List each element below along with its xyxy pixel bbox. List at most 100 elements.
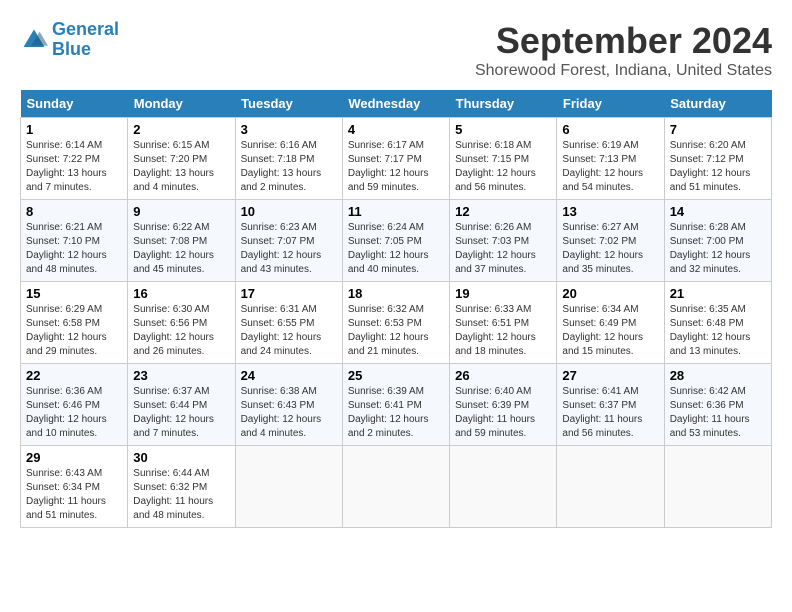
- day-cell: 22 Sunrise: 6:36 AM Sunset: 6:46 PM Dayl…: [21, 364, 128, 446]
- day-number: 6: [562, 122, 658, 137]
- day-info: Sunrise: 6:37 AM Sunset: 6:44 PM Dayligh…: [133, 385, 229, 441]
- day-cell: [450, 446, 557, 528]
- day-cell: 9 Sunrise: 6:22 AM Sunset: 7:08 PM Dayli…: [128, 200, 235, 282]
- day-cell: [342, 446, 449, 528]
- day-number: 27: [562, 368, 658, 383]
- week-row-4: 22 Sunrise: 6:36 AM Sunset: 6:46 PM Dayl…: [21, 364, 772, 446]
- day-number: 12: [455, 204, 551, 219]
- day-info: Sunrise: 6:36 AM Sunset: 6:46 PM Dayligh…: [26, 385, 122, 441]
- day-number: 26: [455, 368, 551, 383]
- day-cell: 1 Sunrise: 6:14 AM Sunset: 7:22 PM Dayli…: [21, 118, 128, 200]
- day-info: Sunrise: 6:29 AM Sunset: 6:58 PM Dayligh…: [26, 303, 122, 359]
- day-info: Sunrise: 6:26 AM Sunset: 7:03 PM Dayligh…: [455, 221, 551, 277]
- day-info: Sunrise: 6:43 AM Sunset: 6:34 PM Dayligh…: [26, 467, 122, 523]
- logo-text: General Blue: [52, 20, 119, 60]
- day-cell: 16 Sunrise: 6:30 AM Sunset: 6:56 PM Dayl…: [128, 282, 235, 364]
- header-sunday: Sunday: [21, 90, 128, 118]
- day-info: Sunrise: 6:18 AM Sunset: 7:15 PM Dayligh…: [455, 139, 551, 195]
- week-row-2: 8 Sunrise: 6:21 AM Sunset: 7:10 PM Dayli…: [21, 200, 772, 282]
- day-info: Sunrise: 6:15 AM Sunset: 7:20 PM Dayligh…: [133, 139, 229, 195]
- logo: General Blue: [20, 20, 119, 60]
- day-number: 7: [670, 122, 766, 137]
- header-wednesday: Wednesday: [342, 90, 449, 118]
- logo-line1: General: [52, 19, 119, 39]
- day-number: 3: [241, 122, 337, 137]
- day-cell: 13 Sunrise: 6:27 AM Sunset: 7:02 PM Dayl…: [557, 200, 664, 282]
- header-monday: Monday: [128, 90, 235, 118]
- day-cell: 28 Sunrise: 6:42 AM Sunset: 6:36 PM Dayl…: [664, 364, 771, 446]
- day-cell: [235, 446, 342, 528]
- day-info: Sunrise: 6:30 AM Sunset: 6:56 PM Dayligh…: [133, 303, 229, 359]
- day-cell: 25 Sunrise: 6:39 AM Sunset: 6:41 PM Dayl…: [342, 364, 449, 446]
- day-number: 10: [241, 204, 337, 219]
- day-number: 13: [562, 204, 658, 219]
- day-info: Sunrise: 6:19 AM Sunset: 7:13 PM Dayligh…: [562, 139, 658, 195]
- day-info: Sunrise: 6:33 AM Sunset: 6:51 PM Dayligh…: [455, 303, 551, 359]
- header-saturday: Saturday: [664, 90, 771, 118]
- day-number: 2: [133, 122, 229, 137]
- day-info: Sunrise: 6:17 AM Sunset: 7:17 PM Dayligh…: [348, 139, 444, 195]
- day-number: 23: [133, 368, 229, 383]
- day-cell: 3 Sunrise: 6:16 AM Sunset: 7:18 PM Dayli…: [235, 118, 342, 200]
- day-cell: 27 Sunrise: 6:41 AM Sunset: 6:37 PM Dayl…: [557, 364, 664, 446]
- day-cell: 20 Sunrise: 6:34 AM Sunset: 6:49 PM Dayl…: [557, 282, 664, 364]
- day-info: Sunrise: 6:39 AM Sunset: 6:41 PM Dayligh…: [348, 385, 444, 441]
- week-row-1: 1 Sunrise: 6:14 AM Sunset: 7:22 PM Dayli…: [21, 118, 772, 200]
- day-number: 29: [26, 450, 122, 465]
- day-info: Sunrise: 6:44 AM Sunset: 6:32 PM Dayligh…: [133, 467, 229, 523]
- day-cell: [557, 446, 664, 528]
- day-number: 5: [455, 122, 551, 137]
- logo-line2: Blue: [52, 39, 91, 59]
- header-row: SundayMondayTuesdayWednesdayThursdayFrid…: [21, 90, 772, 118]
- day-number: 15: [26, 286, 122, 301]
- day-cell: 2 Sunrise: 6:15 AM Sunset: 7:20 PM Dayli…: [128, 118, 235, 200]
- day-number: 8: [26, 204, 122, 219]
- day-cell: 5 Sunrise: 6:18 AM Sunset: 7:15 PM Dayli…: [450, 118, 557, 200]
- day-number: 4: [348, 122, 444, 137]
- day-cell: 8 Sunrise: 6:21 AM Sunset: 7:10 PM Dayli…: [21, 200, 128, 282]
- day-cell: 23 Sunrise: 6:37 AM Sunset: 6:44 PM Dayl…: [128, 364, 235, 446]
- day-cell: [664, 446, 771, 528]
- day-info: Sunrise: 6:32 AM Sunset: 6:53 PM Dayligh…: [348, 303, 444, 359]
- title-area: September 2024 Shorewood Forest, Indiana…: [475, 20, 772, 80]
- day-cell: 10 Sunrise: 6:23 AM Sunset: 7:07 PM Dayl…: [235, 200, 342, 282]
- day-number: 22: [26, 368, 122, 383]
- calendar-table: SundayMondayTuesdayWednesdayThursdayFrid…: [20, 90, 772, 528]
- day-info: Sunrise: 6:34 AM Sunset: 6:49 PM Dayligh…: [562, 303, 658, 359]
- week-row-5: 29 Sunrise: 6:43 AM Sunset: 6:34 PM Dayl…: [21, 446, 772, 528]
- day-cell: 30 Sunrise: 6:44 AM Sunset: 6:32 PM Dayl…: [128, 446, 235, 528]
- day-cell: 6 Sunrise: 6:19 AM Sunset: 7:13 PM Dayli…: [557, 118, 664, 200]
- day-cell: 15 Sunrise: 6:29 AM Sunset: 6:58 PM Dayl…: [21, 282, 128, 364]
- day-info: Sunrise: 6:20 AM Sunset: 7:12 PM Dayligh…: [670, 139, 766, 195]
- day-cell: 18 Sunrise: 6:32 AM Sunset: 6:53 PM Dayl…: [342, 282, 449, 364]
- day-cell: 26 Sunrise: 6:40 AM Sunset: 6:39 PM Dayl…: [450, 364, 557, 446]
- day-info: Sunrise: 6:35 AM Sunset: 6:48 PM Dayligh…: [670, 303, 766, 359]
- day-info: Sunrise: 6:28 AM Sunset: 7:00 PM Dayligh…: [670, 221, 766, 277]
- day-cell: 24 Sunrise: 6:38 AM Sunset: 6:43 PM Dayl…: [235, 364, 342, 446]
- header-thursday: Thursday: [450, 90, 557, 118]
- day-info: Sunrise: 6:14 AM Sunset: 7:22 PM Dayligh…: [26, 139, 122, 195]
- location-title: Shorewood Forest, Indiana, United States: [475, 62, 772, 80]
- day-number: 28: [670, 368, 766, 383]
- day-cell: 11 Sunrise: 6:24 AM Sunset: 7:05 PM Dayl…: [342, 200, 449, 282]
- day-cell: 17 Sunrise: 6:31 AM Sunset: 6:55 PM Dayl…: [235, 282, 342, 364]
- day-number: 24: [241, 368, 337, 383]
- day-number: 20: [562, 286, 658, 301]
- day-info: Sunrise: 6:38 AM Sunset: 6:43 PM Dayligh…: [241, 385, 337, 441]
- header: General Blue September 2024 Shorewood Fo…: [20, 20, 772, 80]
- day-info: Sunrise: 6:22 AM Sunset: 7:08 PM Dayligh…: [133, 221, 229, 277]
- day-info: Sunrise: 6:31 AM Sunset: 6:55 PM Dayligh…: [241, 303, 337, 359]
- day-cell: 19 Sunrise: 6:33 AM Sunset: 6:51 PM Dayl…: [450, 282, 557, 364]
- day-number: 30: [133, 450, 229, 465]
- day-cell: 7 Sunrise: 6:20 AM Sunset: 7:12 PM Dayli…: [664, 118, 771, 200]
- day-number: 1: [26, 122, 122, 137]
- day-info: Sunrise: 6:27 AM Sunset: 7:02 PM Dayligh…: [562, 221, 658, 277]
- week-row-3: 15 Sunrise: 6:29 AM Sunset: 6:58 PM Dayl…: [21, 282, 772, 364]
- day-info: Sunrise: 6:16 AM Sunset: 7:18 PM Dayligh…: [241, 139, 337, 195]
- day-number: 21: [670, 286, 766, 301]
- day-info: Sunrise: 6:21 AM Sunset: 7:10 PM Dayligh…: [26, 221, 122, 277]
- day-number: 18: [348, 286, 444, 301]
- day-info: Sunrise: 6:40 AM Sunset: 6:39 PM Dayligh…: [455, 385, 551, 441]
- header-friday: Friday: [557, 90, 664, 118]
- day-number: 9: [133, 204, 229, 219]
